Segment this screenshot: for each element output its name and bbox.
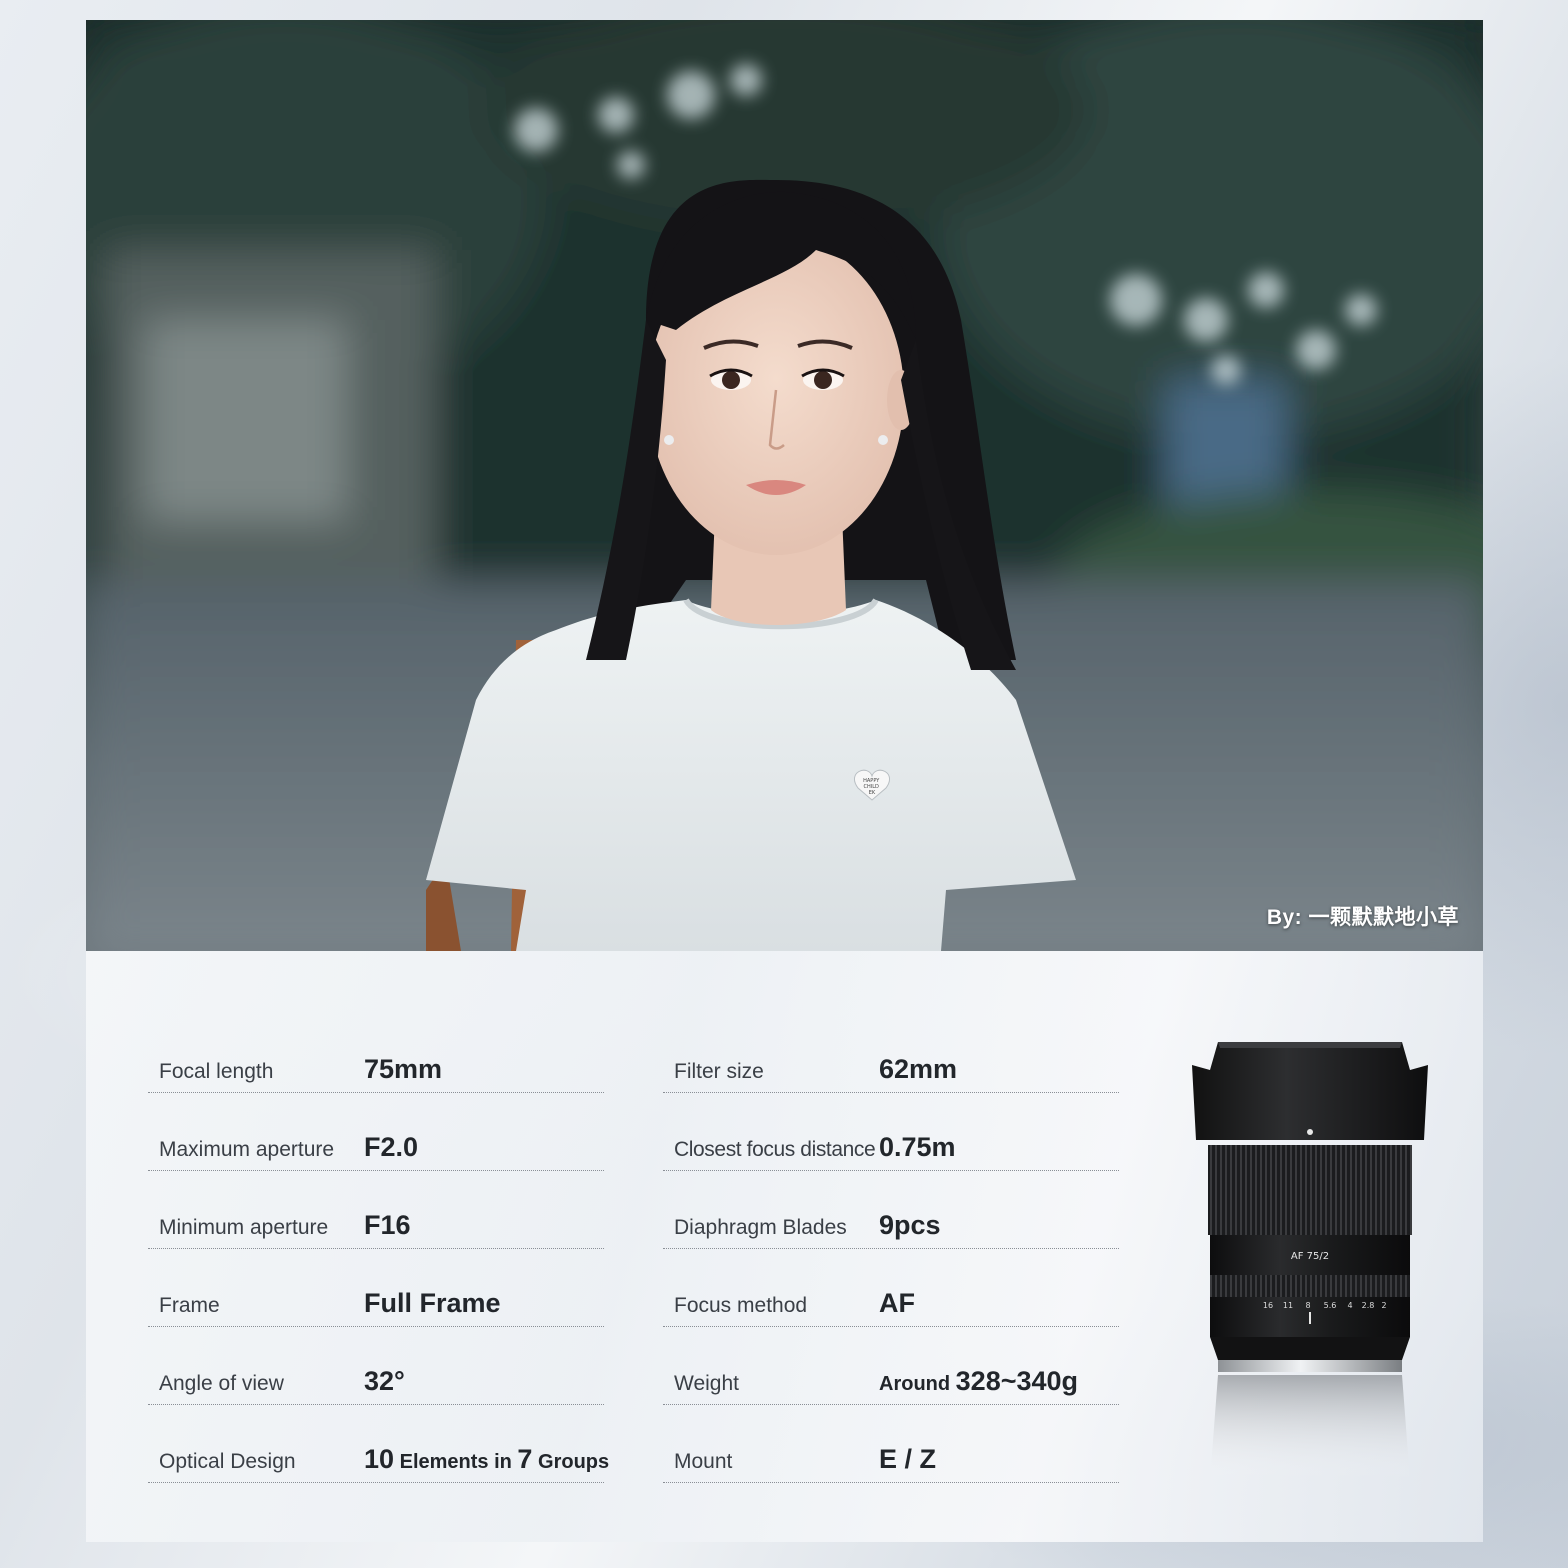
- spec-row-weight: Weight Around 328~340g: [663, 1328, 1119, 1405]
- spec-value: Full Frame: [364, 1288, 501, 1318]
- portrait-photo: HAPPY CHILD EK By: 一颗默默地小草: [86, 20, 1483, 951]
- spec-row-closest-focus-distance: Closest focus distance 0.75m: [663, 1094, 1119, 1171]
- spec-value: F2.0: [364, 1132, 419, 1162]
- spec-label: Diaphragm Blades: [674, 1216, 847, 1239]
- spec-label: Focus method: [674, 1294, 808, 1317]
- spec-label: Maximum aperture: [159, 1138, 335, 1161]
- spec-value: 75mm: [364, 1054, 443, 1084]
- spec-label: Weight: [674, 1372, 739, 1395]
- spec-value-groups-count: 7: [517, 1444, 533, 1474]
- spec-value-groups-text: Groups: [532, 1451, 610, 1473]
- lens-model-label: AF 75/2: [1291, 1251, 1329, 1262]
- aperture-mark: 2: [1381, 1301, 1386, 1310]
- spec-row-frame: Frame Full Frame: [148, 1250, 604, 1327]
- spec-label: Focal length: [159, 1060, 274, 1083]
- photo-credit: By: 一颗默默地小草: [1266, 906, 1459, 929]
- spec-row-diaphragm-blades: Diaphragm Blades 9pcs: [663, 1172, 1119, 1249]
- spec-value-number: 328~340g: [955, 1366, 1079, 1396]
- lens-illustration: AF 75/2 16 11 8 5.6 4 2.8 2: [1192, 1042, 1428, 1480]
- spec-value: 0.75m: [879, 1132, 956, 1162]
- aperture-mark: 8: [1305, 1301, 1310, 1310]
- spec-row-optical-design: Optical Design 10 Elements in 7 Groups: [148, 1406, 609, 1483]
- spec-value: 62mm: [879, 1054, 958, 1084]
- aperture-mark: 2.8: [1362, 1301, 1375, 1310]
- spec-value: F16: [364, 1210, 411, 1240]
- aperture-mark: 4: [1347, 1301, 1352, 1310]
- spec-row-angle-of-view: Angle of view 32°: [148, 1328, 604, 1405]
- spec-label: Mount: [674, 1450, 733, 1473]
- spec-row-maximum-aperture: Maximum aperture F2.0: [148, 1094, 604, 1171]
- lens-product-image: AF 75/2 16 11 8 5.6 4 2.8 2: [1180, 1030, 1440, 1500]
- spec-value: 9pcs: [879, 1210, 941, 1240]
- spec-column-left: Focal length 75mm Maximum aperture F2.0 …: [148, 1016, 609, 1484]
- spec-label: Optical Design: [159, 1450, 296, 1473]
- spec-row-filter-size: Filter size 62mm: [663, 1016, 1119, 1093]
- spec-value-elements-text: Elements in: [394, 1451, 518, 1473]
- spec-label: Closest focus distance: [674, 1138, 876, 1161]
- portrait-illustration: HAPPY CHILD EK: [86, 20, 1483, 951]
- aperture-mark: 16: [1263, 1301, 1273, 1310]
- spec-label: Angle of view: [159, 1372, 284, 1395]
- spec-label: Minimum aperture: [159, 1216, 329, 1239]
- spec-value: 32°: [364, 1366, 405, 1396]
- spec-column-right: Filter size 62mm Closest focus distance …: [663, 1016, 1119, 1484]
- spec-value: 10 Elements in 7 Groups: [364, 1444, 609, 1475]
- spec-value: Around 328~340g: [879, 1366, 1078, 1397]
- spec-row-focal-length: Focal length 75mm: [148, 1016, 604, 1093]
- spec-value-prefix: Around: [879, 1373, 956, 1395]
- spec-row-focus-method: Focus method AF: [663, 1250, 1119, 1327]
- aperture-mark: 5.6: [1324, 1301, 1337, 1310]
- spec-value: AF: [879, 1288, 915, 1318]
- spec-value-elements-count: 10: [364, 1444, 395, 1474]
- spec-row-minimum-aperture: Minimum aperture F16: [148, 1172, 604, 1249]
- spec-label: Frame: [159, 1294, 220, 1317]
- aperture-mark: 11: [1283, 1301, 1293, 1310]
- spec-label: Filter size: [674, 1060, 764, 1083]
- spec-value: E / Z: [879, 1444, 937, 1474]
- spec-row-mount: Mount E / Z: [663, 1406, 1119, 1483]
